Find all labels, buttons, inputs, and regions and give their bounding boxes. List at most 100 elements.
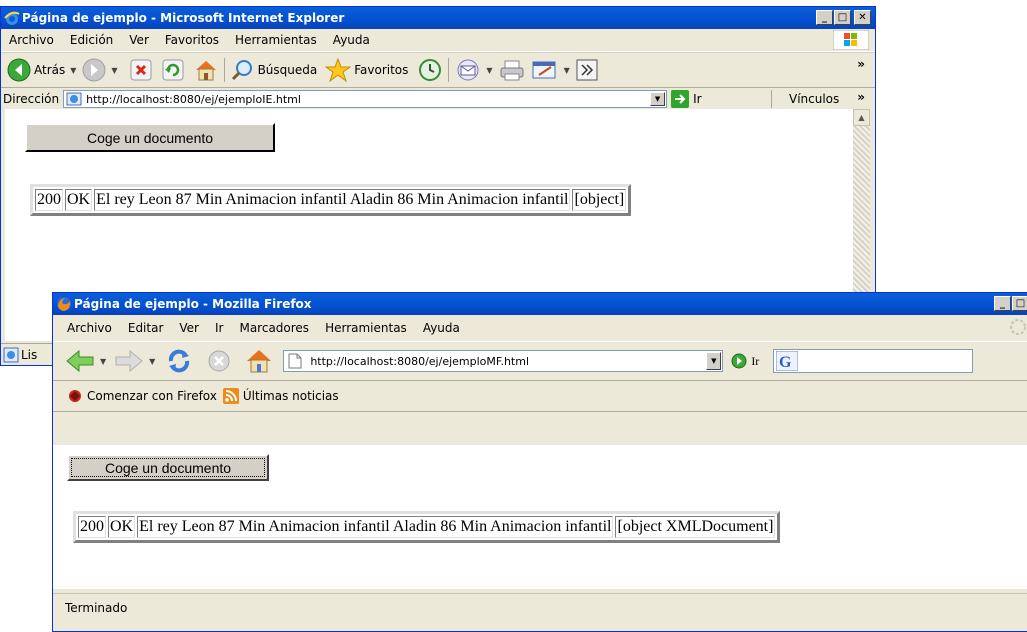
response-text-cell: El rey Leon 87 Min Animacion infantil Al… — [94, 189, 571, 211]
ie-home-button[interactable] — [194, 59, 218, 81]
history-icon — [419, 59, 442, 81]
bookmark-ultimas-noticias[interactable]: Últimas noticias — [222, 388, 339, 404]
ie-result-table: 200 OK El rey Leon 87 Min Animacion infa… — [30, 184, 632, 216]
ff-search-field[interactable]: G — [773, 349, 974, 373]
chevron-down-icon[interactable]: ▼ — [486, 66, 492, 75]
ff-menu-archivo[interactable]: Archivo — [59, 321, 120, 335]
ie-menu-archivo[interactable]: Archivo — [1, 33, 62, 47]
ff-stop-button[interactable] — [207, 349, 231, 373]
ff-minimize-button[interactable]: _ — [994, 296, 1011, 311]
page-icon — [66, 92, 82, 106]
ff-get-document-button[interactable]: Coge un documento — [67, 454, 269, 481]
research-icon — [576, 59, 598, 81]
ff-menu-marcadores[interactable]: Marcadores — [231, 321, 317, 335]
ff-address-field[interactable]: http://localhost:8080/ej/ejemploMF.html … — [283, 350, 724, 372]
ie-menu-edicion[interactable]: Edición — [62, 33, 121, 47]
ff-status-text: Terminado — [65, 600, 128, 615]
go-arrow-icon — [731, 353, 747, 369]
ie-menu-ayuda[interactable]: Ayuda — [325, 33, 378, 47]
ff-window: Página de ejemplo - Mozilla Firefox _ □ … — [52, 292, 1027, 632]
throbber-icon — [1010, 319, 1026, 335]
ff-navigation-toolbar: ▼ ▼ http://localhost:8080/ej/ejemploMF.h… — [53, 342, 1027, 381]
status-code-cell: 200 — [78, 516, 106, 538]
ie-menubar: Archivo Edición Ver Favoritos Herramient… — [1, 29, 875, 52]
stop-icon — [130, 59, 152, 81]
ie-favorites-label: Favoritos — [354, 63, 409, 77]
back-arrow-icon — [66, 349, 94, 373]
ff-reload-button[interactable] — [165, 347, 193, 375]
ff-menu-ver[interactable]: Ver — [171, 321, 207, 335]
ie-search-label: Búsqueda — [257, 63, 318, 77]
back-arrow-icon — [7, 58, 31, 82]
home-icon — [247, 350, 272, 373]
ie-back-button[interactable]: Atrás ▼ — [7, 58, 76, 82]
go-arrow-icon — [671, 90, 690, 108]
ie-search-button[interactable]: Búsqueda — [231, 58, 318, 82]
ie-research-button[interactable] — [576, 59, 598, 81]
ff-window-title: Página de ejemplo - Mozilla Firefox — [74, 297, 312, 311]
ie-close-button[interactable]: ✕ — [854, 10, 871, 25]
ie-links-label[interactable]: Vínculos — [789, 92, 839, 106]
windows-flag-icon — [833, 30, 869, 50]
chevron-down-icon[interactable]: ▼ — [650, 92, 666, 106]
ie-menu-herramientas[interactable]: Herramientas — [227, 33, 325, 47]
ie-favorites-button[interactable]: Favoritos — [325, 58, 408, 82]
ff-page-content: Coge un documento 200 OK El rey Leon 87 … — [53, 445, 1027, 589]
ff-home-button[interactable] — [245, 348, 273, 374]
bookmark-page-icon — [69, 390, 81, 402]
ie-titlebar[interactable]: Página de ejemplo - Microsoft Internet E… — [1, 7, 875, 29]
response-text-cell: El rey Leon 87 Min Animacion infantil Al… — [137, 516, 614, 538]
ie-address-text: http://localhost:8080/ej/ejemploIE.html — [86, 92, 301, 106]
chevron-down-icon[interactable]: ▼ — [706, 352, 722, 370]
ie-edit-button[interactable]: ▼ — [531, 59, 570, 81]
toolbar-separator — [448, 58, 450, 82]
ff-back-button[interactable]: ▼ — [65, 348, 106, 374]
status-text-cell: OK — [65, 189, 93, 211]
scroll-up-arrow-icon[interactable]: ▲ — [853, 109, 870, 126]
edit-document-icon — [532, 61, 556, 79]
ie-minimize-button[interactable]: _ — [816, 10, 833, 25]
bookmark-label: Comenzar con Firefox — [87, 389, 217, 403]
ie-get-document-button[interactable]: Coge un documento — [25, 123, 275, 152]
ie-history-button[interactable] — [418, 58, 442, 82]
ie-address-bar: Dirección http://localhost:8080/ej/ejemp… — [1, 88, 875, 110]
bookmark-comenzar-firefox[interactable]: Comenzar con Firefox — [67, 388, 217, 404]
chevron-down-icon[interactable]: ▼ — [111, 66, 117, 75]
ie-mail-button[interactable]: ▼ — [455, 59, 493, 81]
svg-text:G: G — [779, 354, 792, 371]
ff-titlebar[interactable]: Página de ejemplo - Mozilla Firefox _ □ … — [53, 293, 1027, 315]
google-search-icon: G — [776, 351, 799, 371]
ff-go-button[interactable]: Ir — [731, 353, 759, 369]
ie-menu-favoritos[interactable]: Favoritos — [157, 33, 227, 47]
ie-forward-button[interactable]: ▼ — [82, 58, 118, 82]
response-xml-cell: [object XMLDocument] — [615, 516, 776, 538]
print-icon — [500, 60, 524, 81]
ie-go-button[interactable]: Ir — [671, 90, 702, 108]
response-xml-cell: [object] — [572, 189, 627, 211]
ff-menu-ayuda[interactable]: Ayuda — [415, 321, 468, 335]
chevron-down-icon[interactable]: ▼ — [70, 66, 76, 75]
chevron-down-icon[interactable]: ▼ — [100, 357, 106, 366]
chevron-down-icon[interactable]: ▼ — [564, 66, 570, 75]
ie-refresh-button[interactable] — [162, 59, 184, 81]
ff-menu-ir[interactable]: Ir — [207, 321, 231, 335]
toolbar-separator — [223, 58, 225, 82]
table-row: 200 OK El rey Leon 87 Min Animacion infa… — [35, 189, 627, 211]
mail-icon — [457, 59, 479, 81]
ie-stop-button[interactable] — [130, 59, 152, 81]
toolbar-overflow-icon[interactable]: » — [857, 57, 865, 71]
ff-forward-button[interactable]: ▼ — [114, 348, 155, 374]
ie-print-button[interactable] — [499, 59, 525, 81]
chevron-down-icon[interactable]: ▼ — [149, 357, 155, 366]
ff-result-table: 200 OK El rey Leon 87 Min Animacion infa… — [73, 511, 781, 543]
ie-maximize-button[interactable]: □ — [834, 10, 851, 25]
ie-toolbar: Atrás ▼ ▼ Búsqueda Favoritos ▼ ▼ » — [1, 52, 875, 88]
links-overflow-icon[interactable]: » — [857, 90, 865, 104]
ie-address-field[interactable]: http://localhost:8080/ej/ejemploIE.html … — [63, 90, 668, 108]
ie-window-title: Página de ejemplo - Microsoft Internet E… — [22, 11, 345, 25]
ff-menu-herramientas[interactable]: Herramientas — [317, 321, 415, 335]
ie-menu-ver[interactable]: Ver — [121, 33, 157, 47]
ff-maximize-button[interactable]: □ — [1012, 296, 1027, 311]
ff-menu-editar[interactable]: Editar — [120, 321, 172, 335]
toolbar-separator — [771, 90, 772, 108]
